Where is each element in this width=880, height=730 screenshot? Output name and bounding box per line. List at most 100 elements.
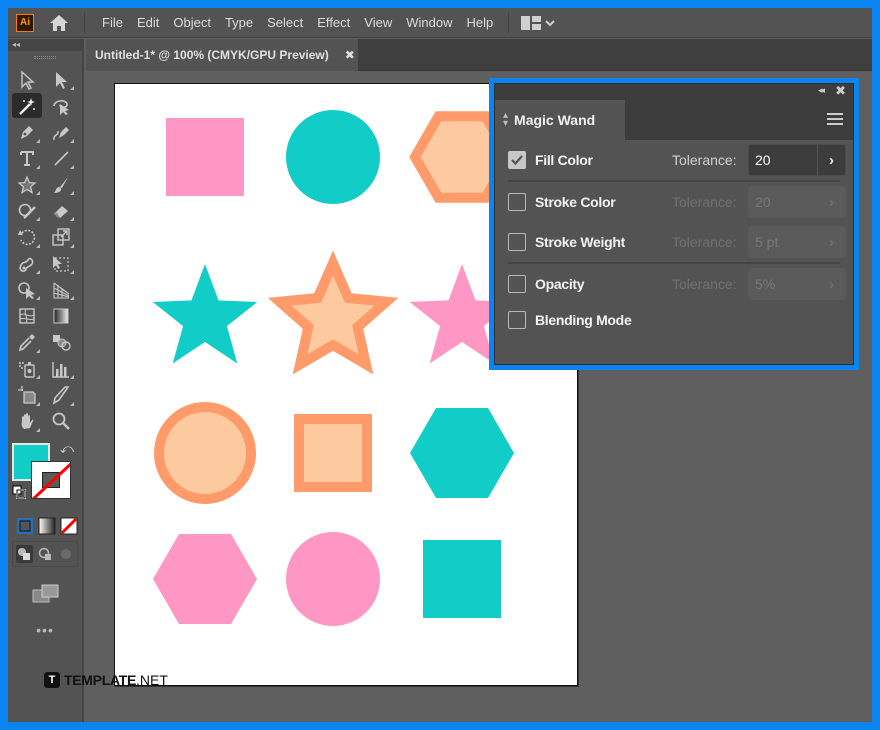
zoom-tool[interactable] [46,409,76,434]
document-tab[interactable]: Untitled-1* @ 100% (CMYK/GPU Preview) ✖ [86,39,358,71]
shape-hexagon-pink[interactable] [153,534,257,624]
paintbrush-tool[interactable] [46,172,76,197]
subtools-indicator [36,191,40,196]
star-tool[interactable] [12,172,42,197]
shape-star-teal[interactable] [152,264,258,364]
menu-window[interactable]: Window [399,15,459,30]
draw-inside-button[interactable] [57,545,74,563]
color-icon [17,518,33,535]
subtools-indicator [70,191,74,196]
pen-tool[interactable] [12,120,42,145]
magic-wand-tool[interactable] [12,93,42,119]
puppet-warp-tool[interactable] [12,251,42,276]
lasso-tool[interactable] [46,93,76,118]
tools-panel-grip[interactable] [34,56,56,59]
stroke-color-checkbox[interactable] [508,193,526,211]
shape-circle-pink[interactable] [286,532,380,626]
symbol-sprayer-tool[interactable] [12,356,42,381]
magic-wand-tab[interactable]: ▴ ▾ Magic Wand [495,100,625,140]
change-screen-mode-icon[interactable] [32,583,60,605]
menu-help[interactable]: Help [459,15,500,30]
subtools-indicator [70,401,74,406]
shape-square-teal[interactable] [423,540,501,618]
fill-tolerance-field[interactable]: 20 › [748,144,846,176]
stroke-weight-checkbox[interactable] [508,233,526,251]
line-segment-tool[interactable] [46,146,76,171]
blend-icon [53,335,71,352]
shape-hexagon-teal[interactable] [410,408,514,498]
draw-normal-button[interactable] [16,545,33,564]
opacity-label: Opacity [535,276,585,292]
subtools-indicator [36,375,40,380]
stroke-color-tolerance-label: Tolerance: [672,194,737,210]
artboard-icon [18,386,36,404]
option-fill-color: Fill Color Tolerance: 20 › [495,140,853,180]
fill-tolerance-slider-toggle[interactable]: › [817,145,845,175]
eraser-tool[interactable] [46,198,76,223]
shape-circle-teal[interactable] [286,110,380,204]
shape-circle-peach-stroked[interactable] [154,402,256,504]
draw-behind-button[interactable] [37,545,54,563]
shape-builder-tool[interactable] [12,277,42,302]
edit-toolbar-button[interactable]: ••• [8,622,82,638]
selection-tool[interactable] [12,67,42,92]
menu-file[interactable]: File [95,15,130,30]
stroke-color-label: Stroke Color [535,194,616,210]
subtools-indicator [70,296,74,301]
panel-menu-icon[interactable] [827,113,843,128]
shape-square-peach-stroked[interactable] [294,414,372,492]
menu-divider [84,11,85,34]
mesh-tool[interactable] [12,304,42,329]
swap-fill-stroke-icon[interactable]: ⤺ [60,441,74,457]
free-transform-tool[interactable] [46,251,76,276]
menu-select[interactable]: Select [260,15,310,30]
shape-square-pink[interactable] [166,118,244,196]
close-panel-icon[interactable]: ✖ [835,83,846,99]
shaper-tool[interactable] [12,198,42,223]
none-mode-button[interactable] [60,517,78,535]
blend-tool[interactable] [46,330,76,355]
close-tab-icon[interactable]: ✖ [345,48,355,62]
fill-color-checkbox[interactable] [508,151,526,169]
free-transform-icon [53,255,69,272]
column-graph-tool[interactable] [46,356,76,381]
gradient-mode-button[interactable] [38,517,56,535]
fill-tolerance-value[interactable]: 20 [749,152,817,168]
perspective-grid-icon [53,282,70,299]
curvature-tool[interactable] [46,120,76,145]
watermark-text: TEMPLATE.NET [64,672,168,688]
mesh-icon [19,308,35,324]
eyedropper-tool[interactable] [12,330,42,355]
home-icon[interactable] [48,13,70,33]
expand-options-icon[interactable]: ▴ ▾ [503,111,508,129]
draw-behind-icon [38,547,51,561]
scale-tool[interactable] [46,225,76,250]
blending-mode-checkbox[interactable] [508,311,526,329]
menu-edit[interactable]: Edit [130,15,166,30]
direct-selection-tool[interactable] [46,67,76,92]
stroke-swatch[interactable] [31,461,71,500]
workspace-switcher[interactable] [521,15,555,30]
type-tool[interactable] [12,146,42,171]
menu-effect[interactable]: Effect [310,15,357,30]
collapse-panel-icon[interactable]: ◂◂ [818,85,825,96]
perspective-grid-tool[interactable] [46,277,76,302]
menu-view[interactable]: View [357,15,399,30]
gradient-tool[interactable] [46,304,76,329]
slice-tool[interactable] [46,383,76,408]
hand-icon [21,413,34,430]
rotate-tool[interactable] [12,225,42,250]
tools-panel-collapse[interactable]: ◂◂ [8,39,82,51]
menu-type[interactable]: Type [218,15,260,30]
hand-tool[interactable] [12,409,42,434]
default-fill-stroke-icon[interactable] [12,485,26,500]
opacity-checkbox[interactable] [508,275,526,293]
option-opacity: Opacity Tolerance: 5% › [495,264,853,304]
direct-selection-icon [56,71,67,89]
shape-star-peach-stroked[interactable] [267,250,399,375]
menu-object[interactable]: Object [166,15,218,30]
artboard-tool[interactable] [12,383,42,408]
panel-title-bar[interactable]: ◂◂ ✖ [495,83,853,100]
color-mode-button[interactable] [16,517,34,535]
menu-divider [508,11,510,34]
